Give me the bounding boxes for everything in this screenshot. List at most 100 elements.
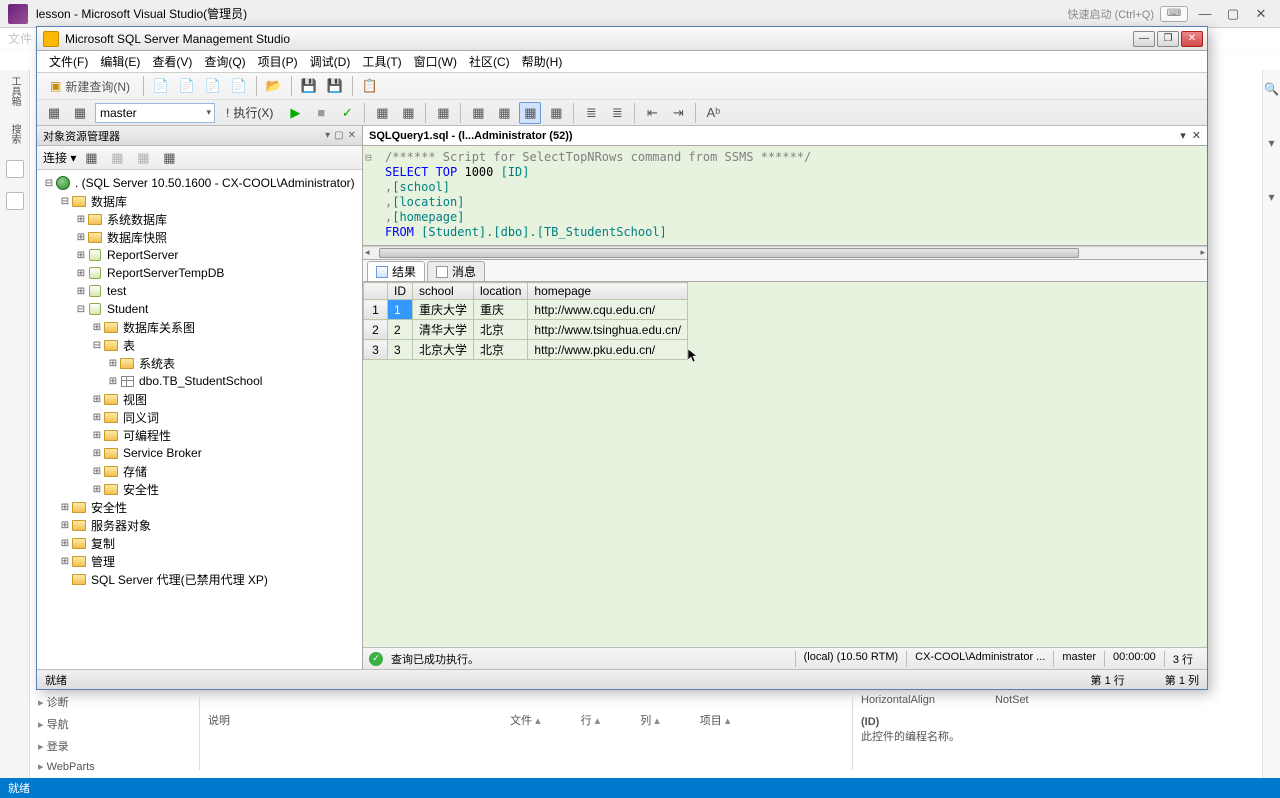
toolbar-button[interactable]: ▦ (467, 102, 489, 124)
save-button[interactable]: 💾 (298, 75, 320, 97)
error-list-panel[interactable]: 说明 文件 ▴ 行 ▴ 列 ▴ 项目 ▴ (200, 690, 852, 770)
execute-button[interactable]: !执行(X) (219, 102, 280, 124)
menu-tools[interactable]: 工具(T) (358, 51, 405, 72)
errlist-col-col[interactable]: 列 (640, 715, 651, 727)
sql-editor[interactable]: ⊟ /****** Script for SelectTopNRows comm… (363, 146, 1207, 246)
vs-maximize-button[interactable]: ▢ (1222, 5, 1244, 23)
toolbar-button[interactable]: ▦ (432, 102, 454, 124)
properties-panel[interactable]: HorizontalAlignNotSet (ID) 此控件的编程名称。 (852, 690, 1262, 770)
query-tab[interactable]: SQLQuery1.sql - (l...Administrator (52))… (363, 126, 1207, 146)
cell-id[interactable]: 3 (388, 340, 413, 360)
dropdown-icon[interactable]: ▾ (325, 130, 330, 141)
tree-server[interactable]: . (SQL Server 10.50.1600 - CX-COOL\Admin… (75, 176, 355, 190)
tree-item[interactable]: 视图 (123, 391, 147, 408)
strip-button[interactable] (6, 160, 24, 178)
new-query-button[interactable]: ▣ 新建查询(N) (43, 75, 137, 97)
toolbar-button[interactable]: ▦ (545, 102, 567, 124)
tree-tables[interactable]: 表 (123, 337, 135, 354)
tree-item[interactable]: 服务器对象 (91, 517, 151, 534)
vs-minimize-button[interactable]: — (1194, 5, 1216, 23)
menu-view[interactable]: 查看(V) (148, 51, 196, 72)
close-icon[interactable]: ✕ (348, 130, 356, 141)
toolbar-button[interactable]: ⇤ (641, 102, 663, 124)
toolbar-button[interactable]: ▦ (158, 147, 180, 169)
tree-systables[interactable]: 系统表 (139, 355, 175, 372)
pin-icon[interactable]: ▢ (334, 130, 343, 141)
object-explorer-tree[interactable]: ⊟. (SQL Server 10.50.1600 - CX-COOL\Admi… (37, 170, 362, 669)
messages-tab[interactable]: 消息 (427, 261, 485, 281)
prop-value[interactable]: NotSet (995, 694, 1029, 706)
menu-window[interactable]: 窗口(W) (410, 51, 461, 72)
toolbar-button[interactable]: ≣ (580, 102, 602, 124)
menu-community[interactable]: 社区(C) (465, 51, 514, 72)
results-tab[interactable]: 结果 (367, 261, 425, 281)
tree-db[interactable]: ReportServer (107, 248, 178, 262)
panel-item[interactable]: WebParts (38, 760, 191, 773)
toolbar-button[interactable]: 📋 (359, 75, 381, 97)
open-button[interactable]: 📂 (263, 75, 285, 97)
vs-menu-item[interactable]: 文件 (8, 30, 32, 47)
menu-project[interactable]: 项目(P) (254, 51, 302, 72)
col-header-location[interactable]: location (474, 283, 528, 300)
panel-item[interactable]: 导航 (38, 716, 191, 732)
errlist-col-line[interactable]: 行 (581, 715, 592, 727)
menu-edit[interactable]: 编辑(E) (96, 51, 144, 72)
strip-button[interactable] (6, 192, 24, 210)
tree-item[interactable]: 数据库关系图 (123, 319, 195, 336)
panel-item[interactable]: 登录 (38, 738, 191, 754)
cell-school[interactable]: 重庆大学 (413, 300, 474, 320)
tree-item[interactable]: 可编程性 (123, 427, 171, 444)
ssms-titlebar[interactable]: Microsoft SQL Server Management Studio —… (37, 27, 1207, 51)
debug-button[interactable]: ▶ (284, 102, 306, 124)
chevron-down-icon[interactable]: ▾ (1268, 136, 1274, 150)
menu-debug[interactable]: 调试(D) (306, 51, 355, 72)
toolbar-button[interactable]: ▦ (519, 102, 541, 124)
tree-item[interactable]: Service Broker (123, 446, 202, 460)
col-header-id[interactable]: ID (388, 283, 413, 300)
menu-query[interactable]: 查询(Q) (200, 51, 249, 72)
toolbar-button[interactable]: ⇥ (667, 102, 689, 124)
errlist-col-file[interactable]: 文件 (510, 715, 532, 727)
tree-db[interactable]: ReportServerTempDB (107, 266, 224, 280)
errlist-col-proj[interactable]: 项目 (700, 715, 722, 727)
tree-item[interactable]: 安全性 (123, 481, 159, 498)
cell-location[interactable]: 北京 (474, 340, 528, 360)
cell-school[interactable]: 清华大学 (413, 320, 474, 340)
ssms-restore-button[interactable]: ❐ (1157, 31, 1179, 47)
toolbar-button[interactable]: ▦ (493, 102, 515, 124)
toolbar-button[interactable]: ▦ (371, 102, 393, 124)
editor-hscrollbar[interactable] (363, 246, 1207, 260)
save-all-button[interactable]: 💾 (324, 75, 346, 97)
tree-item[interactable]: 存储 (123, 463, 147, 480)
tree-item[interactable]: 管理 (91, 553, 115, 570)
tree-table[interactable]: dbo.TB_StudentSchool (139, 374, 262, 388)
tree-db[interactable]: test (107, 284, 126, 298)
toolbar-button[interactable]: 📄 (202, 75, 224, 97)
table-row[interactable]: 2 2 清华大学 北京 http://www.tsinghua.edu.cn/ (364, 320, 688, 340)
table-row[interactable]: 3 3 北京大学 北京 http://www.pku.edu.cn/ (364, 340, 688, 360)
parse-button[interactable]: ✓ (336, 102, 358, 124)
vs-close-button[interactable]: ✕ (1250, 5, 1272, 23)
cell-homepage[interactable]: http://www.tsinghua.edu.cn/ (528, 320, 688, 340)
col-header-homepage[interactable]: homepage (528, 283, 688, 300)
tree-dbsnap[interactable]: 数据库快照 (107, 229, 167, 246)
toolbox-tab[interactable]: 工具箱 (5, 74, 24, 108)
tree-item[interactable]: 复制 (91, 535, 115, 552)
search-icon[interactable]: 🔍 (1264, 82, 1279, 96)
cell-location[interactable]: 重庆 (474, 300, 528, 320)
grid-corner[interactable] (364, 283, 388, 300)
toolbar-button[interactable]: 📄 (176, 75, 198, 97)
toolbar-button[interactable]: 📄 (228, 75, 250, 97)
tree-sysdb[interactable]: 系统数据库 (107, 211, 167, 228)
cell-location[interactable]: 北京 (474, 320, 528, 340)
panel-item[interactable]: 诊断 (38, 694, 191, 710)
results-grid[interactable]: ID school location homepage 1 1 重庆大学 重庆 … (363, 282, 1207, 647)
database-combo[interactable]: master (95, 103, 215, 123)
col-header-school[interactable]: school (413, 283, 474, 300)
toolbar-button[interactable]: ▦ (69, 102, 91, 124)
toolbar-button[interactable]: 📄 (150, 75, 172, 97)
connect-button[interactable]: 连接 ▾ (43, 149, 76, 166)
ssms-close-button[interactable]: ✕ (1181, 31, 1203, 47)
cell-id[interactable]: 1 (388, 300, 413, 320)
menu-file[interactable]: 文件(F) (45, 51, 92, 72)
